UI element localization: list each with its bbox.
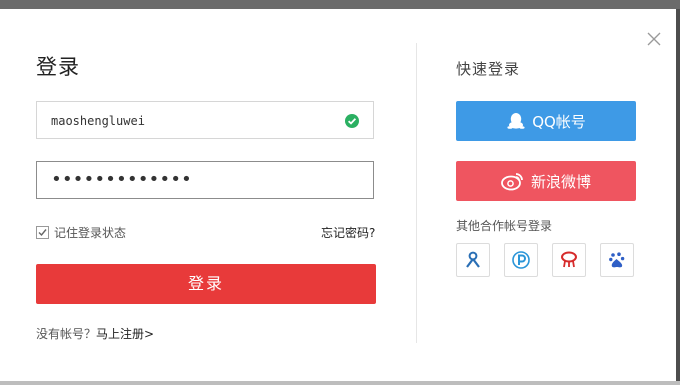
checkbox-box[interactable] xyxy=(36,226,49,239)
password-input[interactable]: ••••••••••••• xyxy=(36,161,374,199)
close-icon xyxy=(647,32,661,46)
backdrop-top xyxy=(0,0,680,9)
check-circle-icon xyxy=(345,114,359,128)
renren-icon xyxy=(466,251,480,268)
login-button[interactable]: 登录 xyxy=(36,264,376,304)
weibo-label: 新浪微博 xyxy=(530,172,591,191)
paipai-icon xyxy=(512,251,530,269)
register-prefix: 没有帐号？ xyxy=(36,327,97,341)
qq-label: QQ帐号 xyxy=(532,112,586,131)
dialog-title: 登录 xyxy=(36,55,80,79)
other-accounts-title: 其他合作帐号登录 xyxy=(456,219,553,233)
qq-icon xyxy=(506,111,526,131)
backdrop-bottom xyxy=(0,381,680,385)
weibo-login-button[interactable]: 新浪微博 xyxy=(456,161,636,201)
quick-login-title: 快速登录 xyxy=(456,60,521,78)
weibo-icon xyxy=(501,171,525,191)
forgot-password-link[interactable]: 忘记密码? xyxy=(321,224,375,241)
baidu-login-button[interactable] xyxy=(600,243,634,277)
checkmark-icon xyxy=(38,229,47,237)
username-value: maoshengluwei xyxy=(51,114,145,128)
remember-label: 记住登录状态 xyxy=(54,226,127,240)
register-link[interactable]: 马上注册> xyxy=(96,327,154,341)
register-row: 没有帐号？马上注册> xyxy=(36,325,154,342)
renren-login-button[interactable] xyxy=(456,243,490,277)
password-mask: ••••••••••••• xyxy=(51,169,192,190)
baidu-icon xyxy=(609,252,625,268)
login-dialog: 登录 maoshengluwei ••••••••••••• 记住登录状态 忘记… xyxy=(0,9,676,381)
backdrop-right xyxy=(676,9,680,381)
red-scarf-icon xyxy=(561,251,577,268)
red-scarf-login-button[interactable] xyxy=(552,243,586,277)
other-accounts-list xyxy=(456,243,648,277)
username-input[interactable]: maoshengluwei xyxy=(36,101,374,139)
qq-login-button[interactable]: QQ帐号 xyxy=(456,101,636,141)
remember-login-checkbox[interactable]: 记住登录状态 xyxy=(36,224,126,241)
paipai-login-button[interactable] xyxy=(504,243,538,277)
close-button[interactable] xyxy=(644,29,664,49)
divider xyxy=(416,43,417,343)
